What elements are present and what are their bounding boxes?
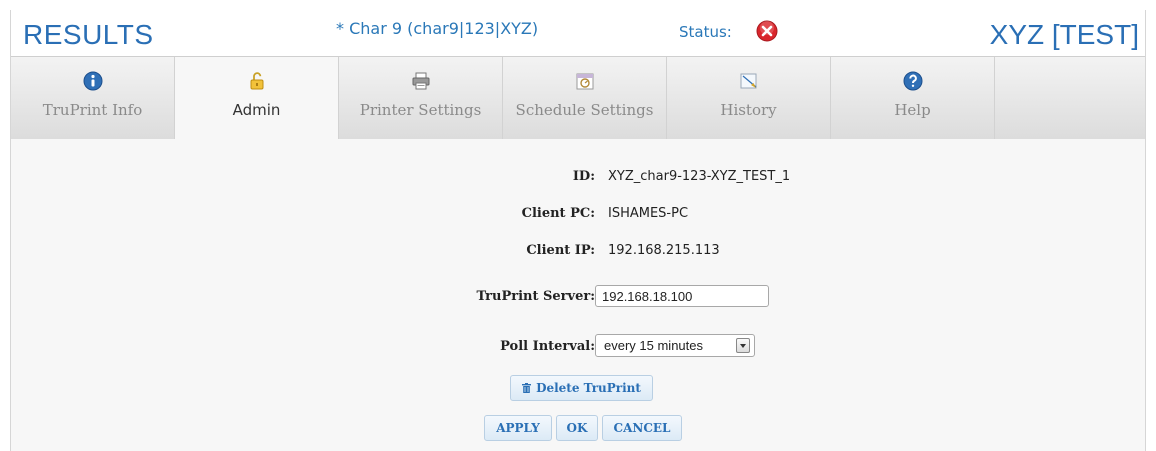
- client-pc-label: Client PC:: [521, 206, 595, 221]
- tab-help[interactable]: Help: [831, 57, 995, 140]
- truprint-server-label: TruPrint Server:: [476, 289, 595, 304]
- tab-bar: TruPrint Info Admin Printer Settings Sch…: [11, 56, 1145, 140]
- client-pc-value: ISHAMES-PC: [608, 206, 689, 221]
- tab-label: Schedule Settings: [515, 101, 654, 119]
- tab-label: Help: [894, 101, 931, 119]
- header: RESULTS * Char 9 (char9|123|XYZ) Status:…: [11, 10, 1145, 56]
- char-title: * Char 9 (char9|123|XYZ): [336, 19, 539, 38]
- ok-button[interactable]: OK: [556, 415, 598, 441]
- poll-interval-select[interactable]: every 15 minutes: [595, 334, 755, 357]
- tab-label: Printer Settings: [359, 101, 482, 119]
- history-icon: [740, 73, 756, 89]
- mode-title: XYZ [TEST]: [989, 19, 1139, 50]
- tab-history[interactable]: History: [667, 57, 831, 140]
- delete-button-label: Delete TruPrint: [536, 381, 641, 395]
- admin-panel: ID: XYZ_char9-123-XYZ_TEST_1 Client PC: …: [11, 139, 1145, 451]
- error-x-icon: [756, 20, 778, 42]
- tab-label: History: [720, 101, 777, 119]
- truprint-server-input[interactable]: [595, 285, 769, 307]
- tab-schedule-settings[interactable]: Schedule Settings: [503, 57, 667, 140]
- delete-truprint-button[interactable]: Delete TruPrint: [510, 375, 653, 401]
- printer-icon: [412, 72, 429, 90]
- tab-admin[interactable]: Admin: [175, 57, 339, 140]
- id-value: XYZ_char9-123-XYZ_TEST_1: [608, 169, 791, 184]
- tab-printer-settings[interactable]: Printer Settings: [339, 57, 503, 140]
- client-ip-value: 192.168.215.113: [608, 243, 720, 258]
- apply-button[interactable]: APPLY: [484, 415, 552, 441]
- cancel-button[interactable]: CANCEL: [602, 415, 682, 441]
- trash-icon: [522, 383, 532, 393]
- tab-truprint-info[interactable]: TruPrint Info: [11, 57, 175, 140]
- client-ip-label: Client IP:: [526, 243, 595, 258]
- info-icon: [83, 71, 102, 91]
- poll-interval-label: Poll Interval:: [500, 339, 595, 354]
- help-icon: [903, 71, 922, 91]
- id-label: ID:: [572, 169, 595, 184]
- chevron-down-icon[interactable]: [736, 338, 750, 353]
- status-label: Status:: [679, 23, 732, 41]
- app-frame: RESULTS * Char 9 (char9|123|XYZ) Status:…: [10, 10, 1146, 451]
- tab-label: Admin: [232, 101, 281, 119]
- poll-interval-value: every 15 minutes: [604, 338, 703, 353]
- unlock-icon: [250, 72, 263, 90]
- results-title: RESULTS: [23, 19, 154, 50]
- schedule-icon: [576, 73, 593, 90]
- tab-label: TruPrint Info: [42, 101, 143, 119]
